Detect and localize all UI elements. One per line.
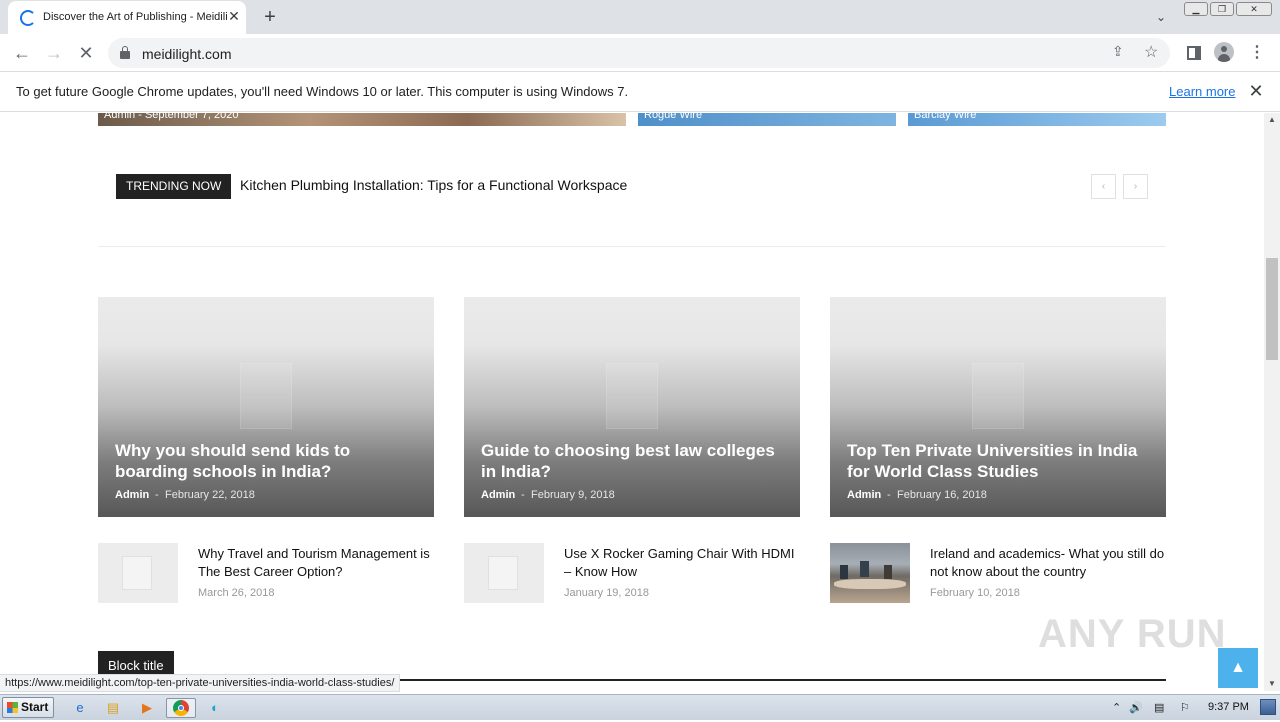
list-item-title[interactable]: Use X Rocker Gaming Chair With HDMI – Kn… (564, 545, 800, 581)
window-close-button[interactable]: ✕ (1236, 2, 1272, 16)
list-item-date: February 10, 2018 (930, 587, 1020, 599)
tray-expand-icon[interactable]: ⌃ (1112, 701, 1121, 714)
top-mid-meta: Rogue Wire (644, 113, 703, 121)
section-divider (98, 246, 1166, 247)
top-right-image[interactable]: Barclay Wire (908, 113, 1166, 126)
featured-card-sep: - (521, 489, 525, 501)
list-item-date: January 19, 2018 (564, 587, 650, 599)
scroll-up-arrow-icon[interactable]: ▲ (1264, 113, 1280, 127)
list-item-title[interactable]: Why Travel and Tourism Management is The… (198, 545, 434, 581)
browser-toolbar: ← → ✕ meidilight.com ⇪ ☆ ⋮ (0, 34, 1280, 72)
image-placeholder-icon (972, 363, 1024, 429)
taskbar-clock[interactable]: 9:37 PM (1208, 701, 1249, 713)
featured-card-title[interactable]: Guide to choosing best law colleges in I… (481, 440, 786, 482)
featured-card-date: February 16, 2018 (897, 489, 987, 501)
browser-tab[interactable]: Discover the Art of Publishing - Meidili… (8, 1, 246, 34)
new-tab-button[interactable]: + (258, 5, 282, 29)
windows-logo-icon (7, 702, 18, 713)
page-viewport: Admin - September 7, 2020 Rogue Wire Bar… (0, 113, 1264, 691)
list-item[interactable]: Ireland and academics- What you still do… (830, 543, 1166, 605)
window-restore-button[interactable]: ❐ (1210, 2, 1234, 16)
image-placeholder-icon (240, 363, 292, 429)
trending-article-link[interactable]: Kitchen Plumbing Installation: Tips for … (240, 177, 627, 193)
anyrun-watermark: ANY RUN (1038, 612, 1227, 656)
share-icon[interactable]: ⇪ (1112, 43, 1124, 60)
top-feature-image[interactable]: Admin - September 7, 2020 (98, 113, 626, 126)
top-mid-image[interactable]: Rogue Wire (638, 113, 896, 126)
infobar-close-icon[interactable]: ✕ (1246, 80, 1266, 102)
page-scrollbar[interactable]: ▲ ▼ (1264, 113, 1280, 691)
scroll-down-arrow-icon[interactable]: ▼ (1264, 677, 1280, 691)
loading-spinner-icon (20, 10, 36, 26)
post-thumbnail[interactable] (98, 543, 178, 603)
tab-strip: Discover the Art of Publishing - Meidili… (0, 0, 1280, 34)
media-player-icon[interactable]: ▶ (137, 698, 157, 718)
featured-card[interactable]: Guide to choosing best law colleges in I… (464, 297, 800, 517)
learn-more-link[interactable]: Learn more (1169, 84, 1235, 99)
featured-card-sep: - (155, 489, 159, 501)
featured-card[interactable]: Top Ten Private Universities in India fo… (830, 297, 1166, 517)
featured-card-date: February 22, 2018 (165, 489, 255, 501)
start-button[interactable]: Start (2, 697, 54, 718)
trending-prev-arrow-icon[interactable]: ‹ (1091, 174, 1116, 199)
list-item[interactable]: Why Travel and Tourism Management is The… (98, 543, 434, 605)
url-text[interactable]: meidilight.com (142, 46, 231, 62)
internet-explorer-icon[interactable]: e (70, 698, 90, 718)
image-placeholder-icon (488, 556, 518, 590)
show-desktop-button[interactable] (1260, 699, 1276, 715)
action-center-flag-icon[interactable]: ⚐ (1180, 701, 1190, 714)
update-infobar: To get future Google Chrome updates, you… (0, 72, 1280, 112)
list-item[interactable]: Use X Rocker Gaming Chair With HDMI – Kn… (464, 543, 800, 605)
bookmark-star-icon[interactable]: ☆ (1144, 42, 1158, 62)
file-explorer-icon[interactable]: ▤ (103, 698, 123, 718)
image-placeholder-icon (606, 363, 658, 429)
post-thumbnail-photo[interactable] (830, 543, 910, 603)
image-placeholder-icon (122, 556, 152, 590)
status-url-bubble: https://www.meidilight.com/top-ten-priva… (0, 674, 401, 692)
profile-avatar-icon[interactable] (1214, 42, 1236, 64)
list-item-date: March 26, 2018 (198, 587, 275, 599)
side-panel-icon[interactable] (1183, 42, 1205, 64)
forward-button[interactable]: → (41, 40, 67, 66)
window-minimize-button[interactable]: ▁ (1184, 2, 1208, 16)
featured-card-author[interactable]: Admin (847, 489, 881, 501)
tab-title: Discover the Art of Publishing - Meidili… (43, 11, 228, 23)
featured-card-title[interactable]: Top Ten Private Universities in India fo… (847, 440, 1152, 482)
network-icon[interactable]: ▤ (1154, 701, 1164, 714)
featured-card-date: February 9, 2018 (531, 489, 615, 501)
start-label: Start (21, 700, 49, 714)
back-button[interactable]: ← (9, 40, 35, 66)
post-thumbnail[interactable] (464, 543, 544, 603)
featured-card-author[interactable]: Admin (115, 489, 149, 501)
chrome-taskbar-icon[interactable] (166, 698, 196, 718)
trending-now-label: TRENDING NOW (116, 174, 232, 199)
lock-icon[interactable] (120, 46, 130, 59)
featured-card-author[interactable]: Admin (481, 489, 515, 501)
chrome-menu-icon[interactable]: ⋮ (1246, 42, 1268, 64)
volume-icon[interactable]: 🔊 (1129, 701, 1143, 714)
tab-search-chevron-icon[interactable]: ⌄ (1150, 6, 1172, 28)
featured-card[interactable]: Why you should send kids to boarding sch… (98, 297, 434, 517)
address-bar[interactable]: meidilight.com ⇪ ☆ (108, 38, 1170, 68)
infobar-message: To get future Google Chrome updates, you… (16, 84, 629, 99)
scrollbar-thumb[interactable] (1266, 258, 1278, 360)
top-right-meta: Barclay Wire (914, 113, 977, 121)
windows-taskbar: Start e ▤ ▶ ◐ ⌃ 🔊 ▤ ⚐ 9:37 PM (0, 694, 1280, 720)
back-to-top-button[interactable]: ▲ (1218, 648, 1258, 688)
featured-card-title[interactable]: Why you should send kids to boarding sch… (115, 440, 420, 482)
top-feature-meta: Admin - September 7, 2020 (104, 113, 239, 121)
edge-icon[interactable]: ◐ (205, 698, 225, 718)
stop-loading-button[interactable]: ✕ (73, 40, 99, 66)
featured-card-sep: - (887, 489, 891, 501)
trending-next-arrow-icon[interactable]: › (1123, 174, 1148, 199)
tab-close-icon[interactable]: ✕ (226, 8, 242, 24)
list-item-title[interactable]: Ireland and academics- What you still do… (930, 545, 1166, 581)
